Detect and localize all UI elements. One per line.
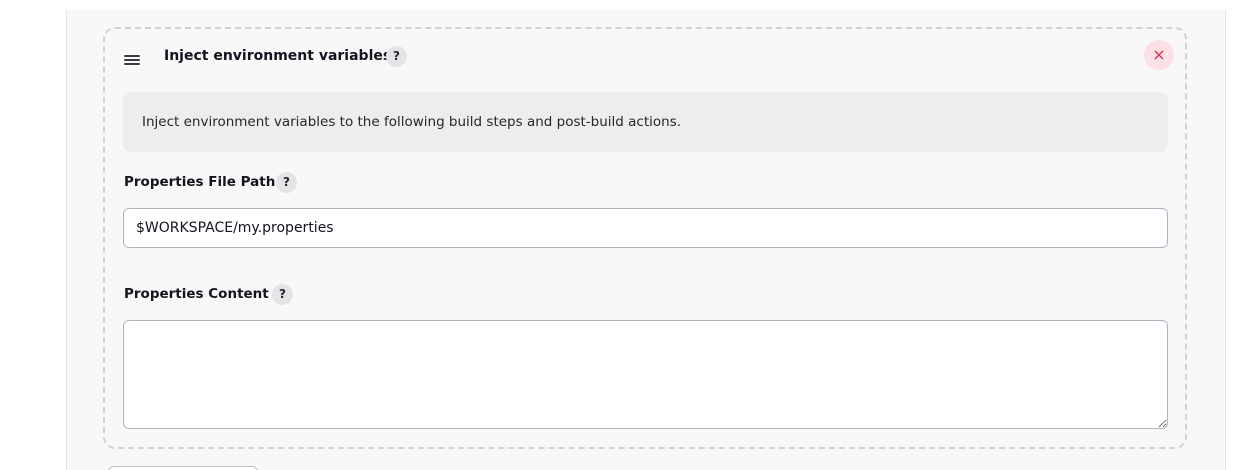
properties-file-path-input[interactable] bbox=[123, 208, 1168, 248]
properties-file-path-help-icon[interactable]: ? bbox=[276, 172, 297, 193]
properties-content-help-icon[interactable]: ? bbox=[272, 284, 293, 305]
step-help-icon[interactable]: ? bbox=[386, 46, 407, 67]
properties-content-label: Properties Content bbox=[124, 286, 269, 302]
step-description: Inject environment variables to the foll… bbox=[123, 92, 1168, 152]
close-icon[interactable]: × bbox=[1144, 40, 1174, 70]
drag-handle-icon[interactable] bbox=[124, 53, 142, 67]
page: Inject environment variables ? × Inject … bbox=[0, 0, 1258, 470]
step-title: Inject environment variables bbox=[164, 48, 392, 64]
add-build-step-button[interactable] bbox=[108, 466, 258, 470]
properties-content-textarea[interactable] bbox=[123, 320, 1168, 429]
properties-file-path-label: Properties File Path bbox=[124, 174, 276, 190]
